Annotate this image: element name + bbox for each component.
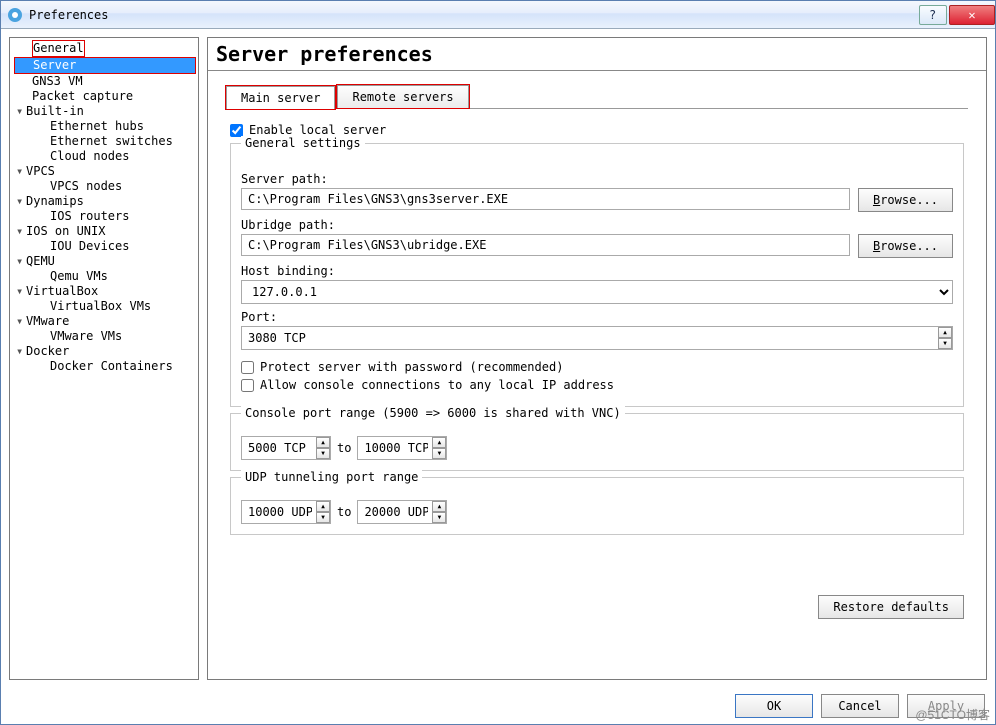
- tab-main-server[interactable]: Main server: [226, 86, 335, 109]
- udp-range-legend: UDP tunneling port range: [241, 470, 422, 484]
- server-path-label: Server path:: [241, 172, 953, 186]
- chevron-down-icon: ▾: [16, 254, 26, 269]
- tree-item-server[interactable]: Server: [14, 57, 196, 74]
- allow-console-label: Allow console connections to any local I…: [260, 378, 614, 392]
- watermark: @51CTO博客: [915, 706, 990, 723]
- spin-down-icon[interactable]: ▼: [432, 512, 446, 523]
- console-range-legend: Console port range (5900 => 6000 is shar…: [241, 406, 625, 420]
- port-label: Port:: [241, 310, 953, 324]
- spin-up-icon[interactable]: ▲: [432, 437, 446, 448]
- chevron-down-icon: ▾: [16, 284, 26, 299]
- enable-local-server-label: Enable local server: [249, 123, 386, 137]
- range-to-label: to: [337, 505, 351, 519]
- general-settings-group: General settings Server path: BBrowse...…: [230, 143, 964, 407]
- tree-item-ethernet-switches[interactable]: Ethernet switches: [10, 134, 198, 149]
- tree-item-dynamips[interactable]: ▾Dynamips: [10, 194, 198, 209]
- allow-console-checkbox[interactable]: Allow console connections to any local I…: [241, 378, 953, 392]
- tree-item-virtualbox-vms[interactable]: VirtualBox VMs: [10, 299, 198, 314]
- protect-password-checkbox[interactable]: Protect server with password (recommende…: [241, 360, 953, 374]
- tree-item-vpcs-nodes[interactable]: VPCS nodes: [10, 179, 198, 194]
- ubridge-path-browse-button[interactable]: Browse...: [858, 234, 953, 258]
- server-path-input[interactable]: [241, 188, 850, 210]
- cancel-button[interactable]: Cancel: [821, 694, 899, 718]
- udp-port-range-group: UDP tunneling port range ▲▼ to ▲▼: [230, 477, 964, 535]
- spin-up-icon[interactable]: ▲: [432, 501, 446, 512]
- page-title: Server preferences: [208, 38, 986, 71]
- titlebar: Preferences ? ✕: [1, 1, 995, 29]
- tree-item-packet-capture[interactable]: Packet capture: [10, 89, 198, 104]
- port-input[interactable]: [241, 326, 953, 350]
- tree-item-iou-devices[interactable]: IOU Devices: [10, 239, 198, 254]
- chevron-down-icon: ▾: [16, 344, 26, 359]
- enable-local-server-checkbox[interactable]: Enable local server: [230, 123, 964, 137]
- main-panel: Server preferences Main server Remote se…: [207, 37, 987, 680]
- port-spin-down[interactable]: ▼: [938, 338, 952, 349]
- chevron-down-icon: ▾: [16, 104, 26, 119]
- preferences-tree[interactable]: General Server GNS3 VM Packet capture ▾B…: [9, 37, 199, 680]
- tree-item-qemu[interactable]: ▾QEMU: [10, 254, 198, 269]
- preferences-window: Preferences ? ✕ General Server GNS3 VM P…: [0, 0, 996, 725]
- chevron-down-icon: ▾: [16, 314, 26, 329]
- spin-up-icon[interactable]: ▲: [316, 501, 330, 512]
- chevron-down-icon: ▾: [16, 164, 26, 179]
- enable-local-server-input[interactable]: [230, 124, 243, 137]
- restore-defaults-button[interactable]: Restore defaults: [818, 595, 964, 619]
- server-path-browse-button[interactable]: BBrowse...rowse...: [858, 188, 953, 212]
- chevron-down-icon: ▾: [16, 224, 26, 239]
- tree-item-cloud-nodes[interactable]: Cloud nodes: [10, 149, 198, 164]
- close-button[interactable]: ✕: [949, 5, 995, 25]
- tree-item-gns3vm[interactable]: GNS3 VM: [10, 74, 198, 89]
- protect-password-label: Protect server with password (recommende…: [260, 360, 563, 374]
- app-icon: [7, 7, 23, 23]
- spin-up-icon[interactable]: ▲: [316, 437, 330, 448]
- tree-item-ios-routers[interactable]: IOS routers: [10, 209, 198, 224]
- port-spin-up[interactable]: ▲: [938, 327, 952, 338]
- tree-item-builtin[interactable]: ▾Built-in: [10, 104, 198, 119]
- tree-item-docker[interactable]: ▾Docker: [10, 344, 198, 359]
- tree-item-qemu-vms[interactable]: Qemu VMs: [10, 269, 198, 284]
- tree-item-vmware[interactable]: ▾VMware: [10, 314, 198, 329]
- dialog-footer: OK Cancel Apply: [1, 688, 995, 724]
- tree-item-ethernet-hubs[interactable]: Ethernet hubs: [10, 119, 198, 134]
- ubridge-path-label: Ubridge path:: [241, 218, 953, 232]
- tree-item-vpcs[interactable]: ▾VPCS: [10, 164, 198, 179]
- console-port-range-group: Console port range (5900 => 6000 is shar…: [230, 413, 964, 471]
- window-title: Preferences: [29, 8, 917, 22]
- svg-text:?: ?: [929, 10, 936, 20]
- protect-password-input[interactable]: [241, 361, 254, 374]
- range-to-label: to: [337, 441, 351, 455]
- spin-down-icon[interactable]: ▼: [432, 448, 446, 459]
- tree-item-general[interactable]: General: [10, 40, 198, 57]
- tree-item-ios-on-unix[interactable]: ▾IOS on UNIX: [10, 224, 198, 239]
- spin-down-icon[interactable]: ▼: [316, 512, 330, 523]
- host-binding-select[interactable]: 127.0.0.1: [241, 280, 953, 304]
- host-binding-label: Host binding:: [241, 264, 953, 278]
- general-settings-legend: General settings: [241, 136, 365, 150]
- tree-item-docker-containers[interactable]: Docker Containers: [10, 359, 198, 374]
- tabs: Main server Remote servers: [226, 85, 968, 108]
- chevron-down-icon: ▾: [16, 194, 26, 209]
- ok-button[interactable]: OK: [735, 694, 813, 718]
- help-button[interactable]: ?: [919, 5, 947, 25]
- allow-console-input[interactable]: [241, 379, 254, 392]
- tab-remote-servers[interactable]: Remote servers: [337, 85, 468, 108]
- tree-item-virtualbox[interactable]: ▾VirtualBox: [10, 284, 198, 299]
- spin-down-icon[interactable]: ▼: [316, 448, 330, 459]
- tree-item-vmware-vms[interactable]: VMware VMs: [10, 329, 198, 344]
- ubridge-path-input[interactable]: [241, 234, 850, 256]
